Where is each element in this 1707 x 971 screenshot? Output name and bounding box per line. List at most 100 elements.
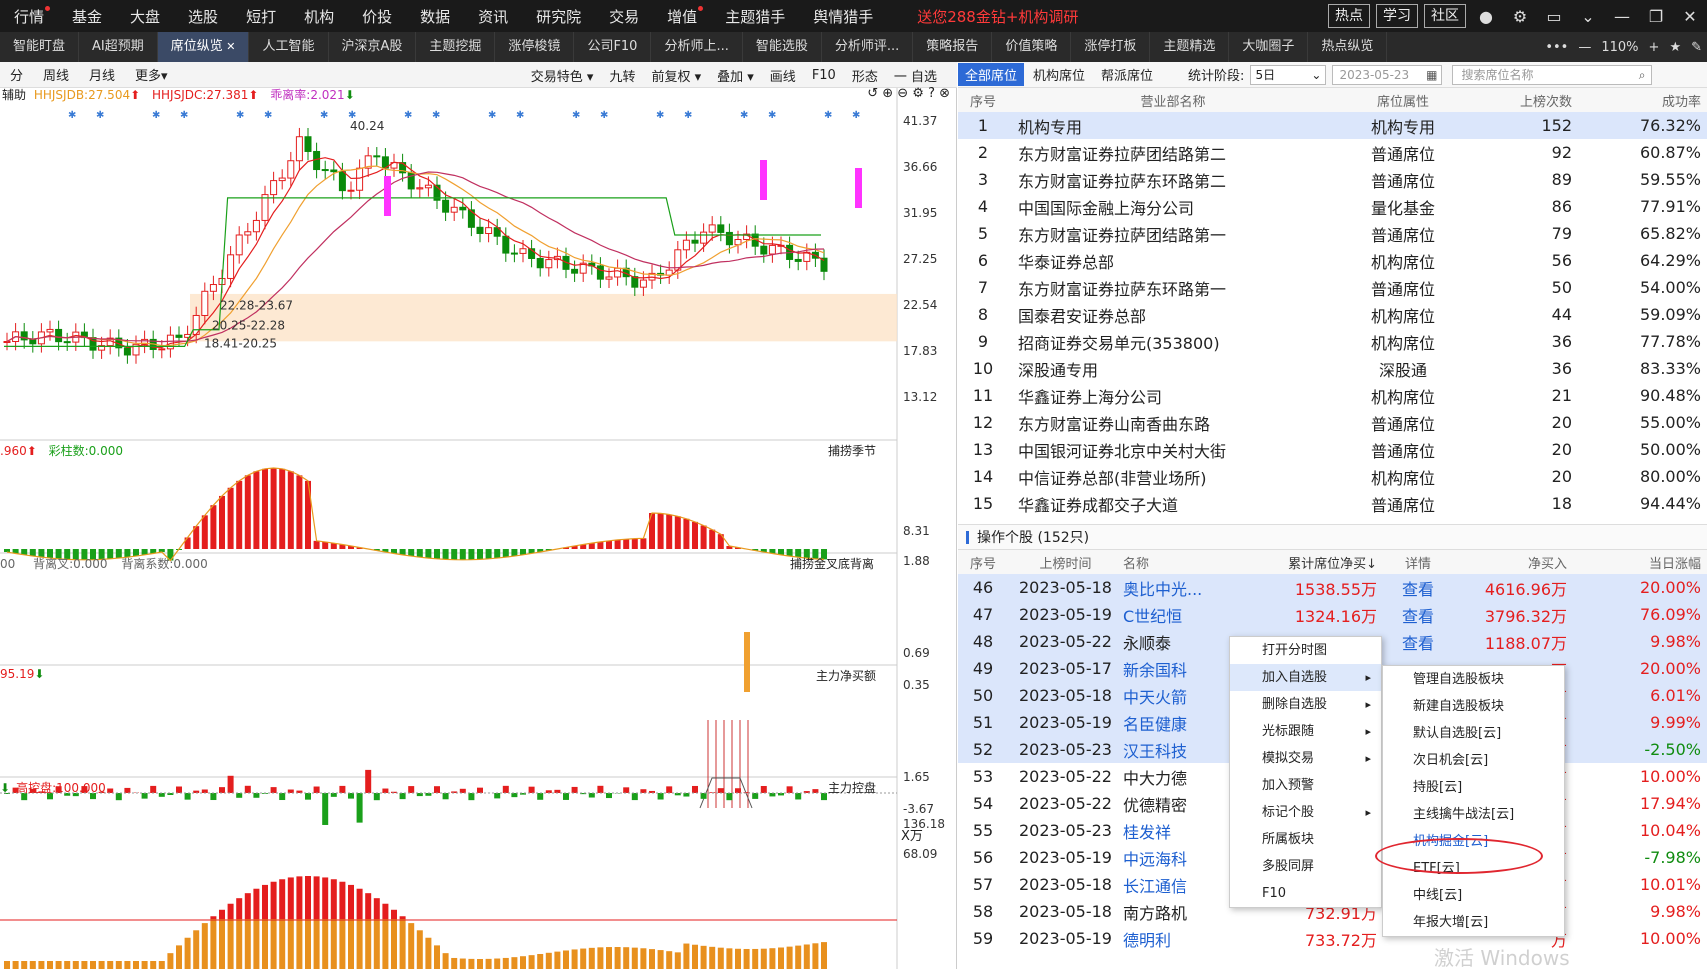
context-menu-item[interactable]: 打开分时图: [1230, 637, 1381, 664]
submenu-item[interactable]: 新建自选股板块: [1383, 693, 1564, 720]
tab-item[interactable]: 分析师上...: [651, 32, 742, 62]
context-menu-item[interactable]: 加入预警: [1230, 772, 1381, 799]
period-select[interactable]: 5日⌄: [1250, 65, 1326, 85]
nav-item[interactable]: 基金: [72, 6, 102, 27]
nav-item[interactable]: 交易: [609, 6, 639, 27]
star-icon[interactable]: ★: [1669, 40, 1681, 55]
tab-item[interactable]: 智能选股: [743, 32, 822, 62]
tab-item[interactable]: 主题挖掘: [416, 32, 495, 62]
period-button[interactable]: 周线: [43, 65, 69, 84]
submenu-item[interactable]: 次日机会[云]: [1383, 747, 1564, 774]
promo-link[interactable]: 送您288金钻+机构调研: [917, 6, 1078, 27]
seat-row[interactable]: 6华泰证券总部机构席位5664.29%: [958, 247, 1707, 274]
seat-row[interactable]: 2东方财富证券拉萨团结路第二普通席位9260.87%: [958, 139, 1707, 166]
ops-row[interactable]: 462023-05-18奥比中光...1538.55万查看4616.96万20.…: [958, 574, 1707, 601]
learn-button[interactable]: 学习: [1376, 4, 1418, 28]
nav-item[interactable]: 价投: [362, 6, 392, 27]
chart-tool-button[interactable]: 叠加 ▾: [717, 66, 754, 85]
seat-row[interactable]: 10深股通专用深股通3683.33%: [958, 355, 1707, 382]
chart-tool-button[interactable]: 画线: [770, 66, 796, 85]
chart-tool-button[interactable]: F10: [812, 68, 836, 83]
seat-search-input[interactable]: 搜索席位名称⌕: [1452, 65, 1652, 85]
submenu-item[interactable]: 中线[云]: [1383, 882, 1564, 909]
seat-row[interactable]: 9招商证券交易单元(353800)机构席位3677.78%: [958, 328, 1707, 355]
ops-row[interactable]: 472023-05-19C世纪恒1324.16万查看3796.32万76.09%: [958, 601, 1707, 628]
tab-item[interactable]: 涨停梭镜: [495, 32, 574, 62]
kline-chart[interactable]: 辅助 HHJSJDB:27.504⬆ HHJSJDC:27.381⬆ 乖离率:2…: [0, 88, 957, 969]
tab-item[interactable]: 热点纵览: [1308, 32, 1387, 62]
ops-cell[interactable]: 查看: [1383, 628, 1453, 655]
tab-item[interactable]: 人工智能: [249, 32, 328, 62]
tab-item[interactable]: 策略报告: [913, 32, 992, 62]
submenu-item[interactable]: 管理自选股板块: [1383, 666, 1564, 693]
user-icon[interactable]: ●: [1469, 7, 1503, 26]
context-menu-item[interactable]: F10: [1230, 880, 1381, 907]
ops-cell[interactable]: 德明利: [1123, 925, 1273, 952]
ops-col-header[interactable]: 上榜时间: [1008, 550, 1123, 574]
ops-col-header[interactable]: 序号: [958, 550, 1008, 574]
context-menu-item[interactable]: 模拟交易: [1230, 745, 1381, 772]
date-picker[interactable]: 2023-05-23▦: [1332, 65, 1442, 85]
period-button[interactable]: 月线: [89, 65, 115, 84]
nav-item[interactable]: 资讯: [478, 6, 508, 27]
period-button[interactable]: 更多▾: [135, 65, 168, 84]
ops-col-header[interactable]: 当日涨幅: [1573, 550, 1707, 574]
tab-gang-seats[interactable]: 帮派席位: [1094, 63, 1160, 86]
seat-row[interactable]: 11华鑫证券上海分公司机构席位2190.48%: [958, 382, 1707, 409]
chart-tool-button[interactable]: 九转: [609, 66, 635, 85]
submenu-item[interactable]: 持股[云]: [1383, 774, 1564, 801]
tab-item[interactable]: 智能盯盘: [0, 32, 79, 62]
restore-icon[interactable]: ❐: [1639, 7, 1673, 26]
nav-item[interactable]: 研究院: [536, 6, 581, 27]
nav-item[interactable]: 机构: [304, 6, 334, 27]
nav-item[interactable]: 数据: [420, 6, 450, 27]
ops-row[interactable]: 592023-05-19德明利733.72万万10.00%: [958, 925, 1707, 952]
chart-tool-button[interactable]: 一 自选: [894, 66, 937, 85]
nav-item[interactable]: 短打: [246, 6, 276, 27]
context-menu-item[interactable]: 光标跟随: [1230, 718, 1381, 745]
context-menu-item[interactable]: 所属板块: [1230, 826, 1381, 853]
seat-row[interactable]: 14中信证券总部(非营业场所)机构席位2080.00%: [958, 463, 1707, 490]
tab-item[interactable]: 分析师评...: [822, 32, 913, 62]
nav-item[interactable]: 增值: [667, 6, 697, 27]
zoom-in-icon[interactable]: +: [1649, 40, 1660, 55]
nav-item[interactable]: 选股: [188, 6, 218, 27]
nav-item[interactable]: 行情: [14, 6, 44, 27]
nav-item[interactable]: 舆情猎手: [813, 6, 873, 27]
tab-institution-seats[interactable]: 机构席位: [1026, 63, 1092, 86]
zoom-out-icon[interactable]: —: [1578, 40, 1591, 55]
seat-row[interactable]: 15华鑫证券成都交子大道普通席位1894.44%: [958, 490, 1707, 517]
seat-row[interactable]: 4中国国际金融上海分公司量化基金8677.91%: [958, 193, 1707, 220]
community-button[interactable]: 社区: [1424, 4, 1466, 28]
period-button[interactable]: 分: [10, 65, 23, 84]
context-menu-item[interactable]: 加入自选股: [1230, 664, 1381, 691]
seat-row[interactable]: 8国泰君安证券总部机构席位4459.09%: [958, 301, 1707, 328]
more-icon[interactable]: •••: [1545, 40, 1568, 55]
tab-item[interactable]: 公司F10: [574, 32, 651, 62]
nav-item[interactable]: 大盘: [130, 6, 160, 27]
ops-col-header[interactable]: 净买入: [1453, 550, 1573, 574]
seat-col-header[interactable]: 成功率: [1578, 88, 1707, 112]
ops-cell[interactable]: C世纪恒: [1123, 601, 1273, 628]
ops-cell[interactable]: 奥比中光...: [1123, 574, 1273, 601]
ops-col-header[interactable]: 累计席位净买↓: [1273, 550, 1383, 574]
ops-cell[interactable]: 查看: [1383, 601, 1453, 628]
submenu-item[interactable]: 主线擒牛战法[云]: [1383, 801, 1564, 828]
tab-item[interactable]: 沪深京A股: [329, 32, 417, 62]
pen-icon[interactable]: ✎: [1691, 40, 1702, 55]
seat-col-header[interactable]: 上榜次数: [1468, 88, 1578, 112]
chart-tool-button[interactable]: 前复权 ▾: [651, 66, 701, 85]
tab-close-icon[interactable]: ✕: [223, 40, 236, 53]
tab-item[interactable]: 大咖圈子: [1229, 32, 1308, 62]
context-menu-item[interactable]: 多股同屏: [1230, 853, 1381, 880]
seat-row[interactable]: 3东方财富证券拉萨东环路第二普通席位8959.55%: [958, 166, 1707, 193]
seat-row[interactable]: 1机构专用机构专用15276.32%: [958, 112, 1707, 139]
chart-tool-button[interactable]: 交易特色 ▾: [531, 66, 594, 85]
chart-tool-button[interactable]: 形态: [852, 66, 878, 85]
seat-row[interactable]: 5东方财富证券拉萨团结路第一普通席位7965.82%: [958, 220, 1707, 247]
tab-item[interactable]: 席位纵览 ✕: [158, 32, 250, 62]
seat-row[interactable]: 12东方财富证券山南香曲东路普通席位2055.00%: [958, 409, 1707, 436]
tab-item[interactable]: 涨停打板: [1071, 32, 1150, 62]
context-menu-item[interactable]: 删除自选股: [1230, 691, 1381, 718]
ops-cell[interactable]: 查看: [1383, 574, 1453, 601]
